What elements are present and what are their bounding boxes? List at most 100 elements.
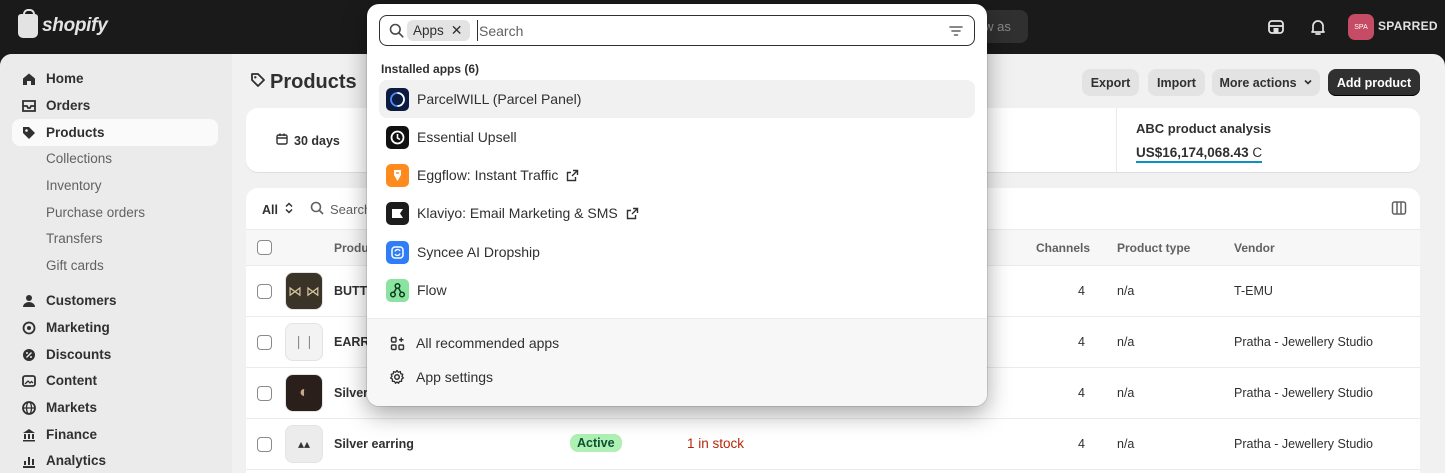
export-button[interactable]: Export xyxy=(1082,69,1139,96)
klaviyo-logo xyxy=(386,201,409,225)
page-title: Products xyxy=(250,71,357,94)
app-item-flow[interactable]: Flow xyxy=(379,271,975,309)
apps-grid-icon xyxy=(389,335,405,351)
nav-home[interactable]: Home xyxy=(12,65,218,92)
select-all-checkbox[interactable] xyxy=(257,240,272,255)
nav-markets[interactable]: Markets xyxy=(12,394,218,421)
nav-discounts[interactable]: Discounts xyxy=(12,341,218,368)
orders-icon xyxy=(22,99,36,113)
chevron-down-icon xyxy=(1303,76,1313,90)
search-input[interactable] xyxy=(477,20,927,41)
nav-collections[interactable]: Collections xyxy=(46,151,112,166)
nav-transfers[interactable]: Transfers xyxy=(46,231,103,246)
discount-icon xyxy=(22,348,36,362)
calendar-icon xyxy=(276,133,288,148)
remove-tag-icon[interactable]: ✕ xyxy=(451,22,463,39)
search-icon xyxy=(389,23,404,41)
nav-finance[interactable]: Finance xyxy=(12,421,218,448)
product-type: n/a xyxy=(1117,284,1135,298)
nav-products[interactable]: Products xyxy=(12,119,218,146)
nav-purchase-orders[interactable]: Purchase orders xyxy=(46,205,145,220)
app-item-klaviyo[interactable]: Klaviyo: Email Marketing & SMS xyxy=(379,194,975,232)
vendor: Pratha - Jewellery Studio xyxy=(1234,335,1373,349)
columns-icon[interactable] xyxy=(1391,200,1407,219)
sort-arrows-icon xyxy=(284,202,294,217)
channels-count: 4 xyxy=(1078,386,1085,400)
vendor: T-EMU xyxy=(1234,284,1273,298)
store-avatar[interactable]: SPA xyxy=(1348,14,1374,40)
vendor: Pratha - Jewellery Studio xyxy=(1234,437,1373,451)
globe-icon xyxy=(22,400,36,415)
header-product-type[interactable]: Product type xyxy=(1117,241,1190,255)
status-badge: Active xyxy=(570,434,622,452)
channels-count: 4 xyxy=(1078,437,1085,451)
search-icon xyxy=(310,201,324,218)
abc-value: US$16,174,068.43 xyxy=(1136,145,1249,160)
app-item-essential-upsell[interactable]: Essential Upsell xyxy=(379,118,975,156)
product-type: n/a xyxy=(1117,437,1135,451)
search-box[interactable]: Apps ✕ xyxy=(379,15,975,46)
person-icon xyxy=(22,294,36,308)
row-checkbox[interactable] xyxy=(257,284,272,299)
flow-logo xyxy=(386,278,409,302)
store-name[interactable]: SPARRED xyxy=(1378,19,1438,33)
store-icon[interactable] xyxy=(1266,17,1286,37)
external-link-icon xyxy=(566,169,579,182)
parcelwill-logo xyxy=(386,87,409,111)
product-type: n/a xyxy=(1117,386,1135,400)
header-channels[interactable]: Channels xyxy=(1036,241,1090,255)
nav-marketing[interactable]: Marketing xyxy=(12,314,218,341)
filter-lines-icon[interactable] xyxy=(948,23,964,42)
nav-analytics[interactable]: Analytics xyxy=(12,447,218,473)
nav-inventory[interactable]: Inventory xyxy=(46,178,102,193)
product-thumbnail: ◐ xyxy=(285,374,323,412)
product-title[interactable]: Silver xyxy=(334,386,368,400)
app-item-parcelwill[interactable]: ParcelWILL (Parcel Panel) xyxy=(379,80,975,118)
row-checkbox[interactable] xyxy=(257,335,272,350)
product-thumbnail: ⋈ ⋈ xyxy=(285,272,323,310)
row-checkbox[interactable] xyxy=(257,386,272,401)
search-filter-tag: Apps ✕ xyxy=(407,20,470,41)
installed-apps-label: Installed apps (6) xyxy=(381,62,480,76)
product-title[interactable]: Silver earring xyxy=(334,437,414,451)
abc-grade: C xyxy=(1252,145,1263,160)
product-thumbnail: ▴▴ xyxy=(285,425,323,463)
add-product-button[interactable]: Add product xyxy=(1328,69,1420,96)
date-range-button[interactable]: 30 days xyxy=(276,133,340,148)
inventory-status: 1 in stock xyxy=(687,436,745,451)
external-link-icon xyxy=(626,207,639,220)
nav-orders[interactable]: Orders xyxy=(12,92,218,119)
shopify-bag-icon xyxy=(18,9,38,38)
syncee-logo xyxy=(386,240,409,264)
target-icon xyxy=(22,321,36,335)
bank-icon xyxy=(22,428,36,442)
shopify-logo[interactable]: shopify xyxy=(18,9,108,38)
chart-icon xyxy=(22,454,36,468)
more-actions-button[interactable]: More actions xyxy=(1212,69,1320,96)
app-item-eggflow[interactable]: Eggflow: Instant Traffic xyxy=(379,156,975,194)
header-vendor[interactable]: Vendor xyxy=(1234,241,1275,255)
view-tab-all[interactable]: All xyxy=(262,202,294,217)
row-checkbox[interactable] xyxy=(257,437,272,452)
bell-icon[interactable] xyxy=(1308,17,1328,37)
gear-icon xyxy=(389,369,405,385)
content-icon xyxy=(22,374,36,388)
search-popover: Apps ✕ Installed apps (6) ParcelWILL (Pa… xyxy=(367,4,987,406)
table-row[interactable]: ▴▴ Silver earring Active 1 in stock 4 n/… xyxy=(246,419,1420,470)
app-item-syncee[interactable]: Syncee AI Dropship xyxy=(379,233,975,271)
nav-customers[interactable]: Customers xyxy=(12,287,218,314)
nav-gift-cards[interactable]: Gift cards xyxy=(46,258,104,273)
sidebar: Home Orders Products Collections Invento… xyxy=(0,54,232,473)
nav-content[interactable]: Content xyxy=(12,367,218,394)
home-icon xyxy=(22,72,36,86)
product-type: n/a xyxy=(1117,335,1135,349)
import-button[interactable]: Import xyxy=(1148,69,1205,96)
app-settings-link[interactable]: App settings xyxy=(389,366,493,388)
header-product[interactable]: Produ xyxy=(334,241,369,255)
all-recommended-apps-link[interactable]: All recommended apps xyxy=(389,332,559,354)
product-thumbnail: ❘❘ xyxy=(285,323,323,361)
tag-icon xyxy=(250,71,266,94)
abc-analysis[interactable]: ABC product analysis US$16,174,068.43 C xyxy=(1116,108,1420,172)
table-search[interactable]: Search xyxy=(310,201,371,218)
popover-footer: All recommended apps App settings xyxy=(367,318,987,406)
